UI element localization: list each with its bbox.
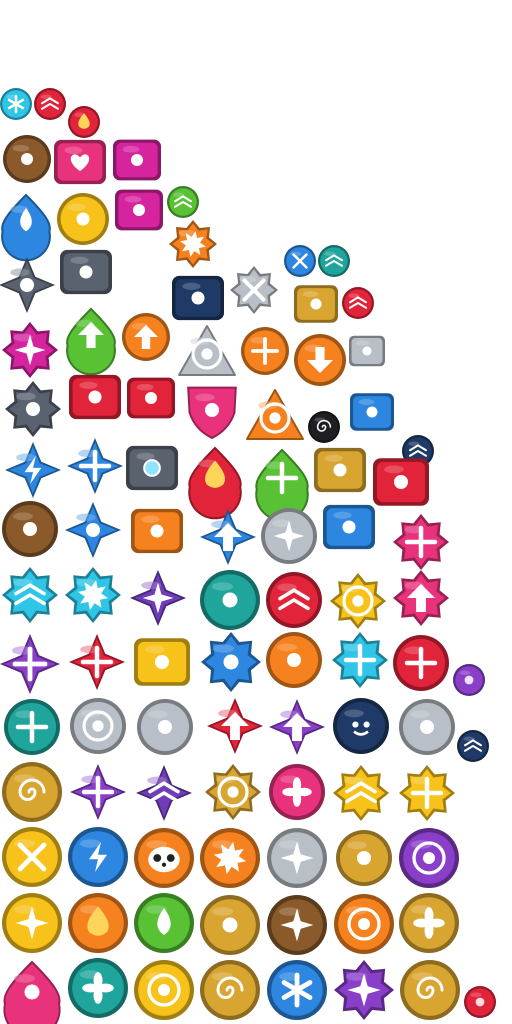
blue-claw-icon [201, 632, 261, 692]
pink-burst-plus-icon [393, 514, 449, 570]
red-chevron-orb-icon [266, 572, 322, 628]
silver-helm-icon [261, 508, 317, 564]
heart-toolbox-icon [54, 139, 106, 185]
demon-face-icon [333, 698, 389, 754]
gold-vortex-icon [400, 960, 460, 1020]
orange-down-arrow-icon [294, 334, 346, 386]
silver-spine-icon [349, 335, 385, 367]
sword-icon [336, 830, 392, 886]
black-spiral-icon [308, 411, 340, 443]
gold-cog-icon [134, 960, 194, 1020]
gold-yin-icon [200, 960, 260, 1020]
compass-star-icon [267, 895, 327, 955]
green-up-arrow-icon [66, 307, 116, 376]
dark-shuriken-icon [334, 960, 394, 1020]
steel-gauntlet-icon [172, 275, 224, 321]
yellow-ring-cross-icon [2, 827, 62, 887]
bell-icon [57, 193, 109, 245]
gold-crown-icon [294, 285, 338, 323]
chevron-up-red2-icon [342, 287, 374, 319]
icon-sprite-sheet [0, 88, 496, 1024]
red-plus-star-icon [69, 634, 125, 690]
gold-swirl-ring-icon [2, 762, 62, 822]
bullet-icon [266, 632, 322, 688]
pink-up-burst-icon [393, 570, 449, 626]
gold-target-star-icon [205, 764, 261, 820]
violet-chevron-star-icon [136, 765, 192, 821]
teal-swirl-icon [68, 958, 128, 1018]
red-flame-icon [188, 446, 242, 520]
green-leaf-drop-icon [134, 893, 194, 953]
silver-ring-icon [70, 698, 126, 754]
pink-lotus-icon [3, 960, 61, 1024]
chevron-up-navy-icon [457, 730, 489, 762]
chevron-up-green-icon [167, 186, 199, 218]
cyan-star-chevron-icon [2, 567, 58, 623]
fist-block-icon [113, 139, 161, 181]
purple-up-star-icon [269, 699, 325, 755]
silver-axe-icon [137, 699, 193, 755]
orange-plus-icon [241, 327, 289, 375]
pink-shield-icon [187, 386, 237, 440]
goggles-icon [373, 458, 429, 506]
snowflake-icon [0, 88, 32, 120]
blue-boot-icon [323, 504, 375, 550]
gold-chevron-burst-icon [333, 765, 389, 821]
red-canister-icon [127, 377, 175, 419]
blue-bolt-ring-icon [68, 827, 128, 887]
teal-plus-ring-icon [4, 699, 60, 755]
blue-plus-bolt-icon [67, 438, 123, 494]
scroll-icon [134, 638, 190, 686]
teal-core-icon [200, 570, 260, 630]
silver-moon-star-icon [267, 828, 327, 888]
silver-target-icon [178, 325, 236, 376]
blue-snow-disc-icon [267, 960, 327, 1020]
purple-orb-bomb-icon [453, 664, 485, 696]
water-drop-icon [1, 193, 51, 262]
blue-crossbow-icon [65, 502, 121, 558]
chevron-up-red-icon [34, 88, 66, 120]
orange-target-icon [246, 389, 304, 440]
robot-head-icon [126, 445, 178, 491]
chevron-up-green2-icon [318, 245, 350, 277]
gold-gear-star-icon [330, 573, 386, 629]
cyan-plus-star-icon [332, 632, 388, 688]
gold-ring-star-icon [2, 893, 62, 953]
orange-burst-icon [169, 220, 217, 268]
orange-up-swirl-icon [122, 313, 170, 361]
yin-yang-gourd-icon [3, 135, 51, 183]
fire-bomb-icon [68, 106, 100, 138]
gold-gauntlet-icon [314, 447, 366, 493]
red-plus-flame-icon [393, 635, 449, 691]
orange-sun-icon [200, 828, 260, 888]
red-up-star-icon [207, 698, 263, 754]
dark-spiky-helm-icon [5, 381, 61, 437]
fire-ring-icon [68, 893, 128, 953]
gold-glyph-ring-icon [200, 895, 260, 955]
orange-cannon-icon [131, 508, 183, 554]
panda-icon [134, 828, 194, 888]
gold-plus-burst-icon [399, 765, 455, 821]
purple-compass-icon [399, 828, 459, 888]
magenta-shuriken-icon [2, 322, 58, 378]
pink-key-icon [115, 189, 163, 231]
bun-hat-icon [2, 501, 58, 557]
red-hammer-icon [69, 374, 121, 420]
violet-sparkle-icon [130, 570, 186, 626]
inward-arrows-icon [230, 266, 278, 314]
blue-key-icon [350, 393, 394, 431]
red-bomb-icon [464, 986, 496, 1018]
double-blade-icon [0, 257, 55, 313]
silver-hook-icon [399, 699, 455, 755]
gold-pinwheel-icon [399, 893, 459, 953]
blue-lightning-icon [5, 442, 61, 498]
spiked-collar-icon [60, 249, 112, 295]
cross-x-blue-icon [284, 245, 316, 277]
split-ring-icon [334, 894, 394, 954]
pink-propeller-icon [269, 764, 325, 820]
cyan-star-burst-icon [65, 567, 121, 623]
purple-plus-star-icon [0, 634, 60, 694]
purple-plus-diamond-icon [70, 764, 126, 820]
